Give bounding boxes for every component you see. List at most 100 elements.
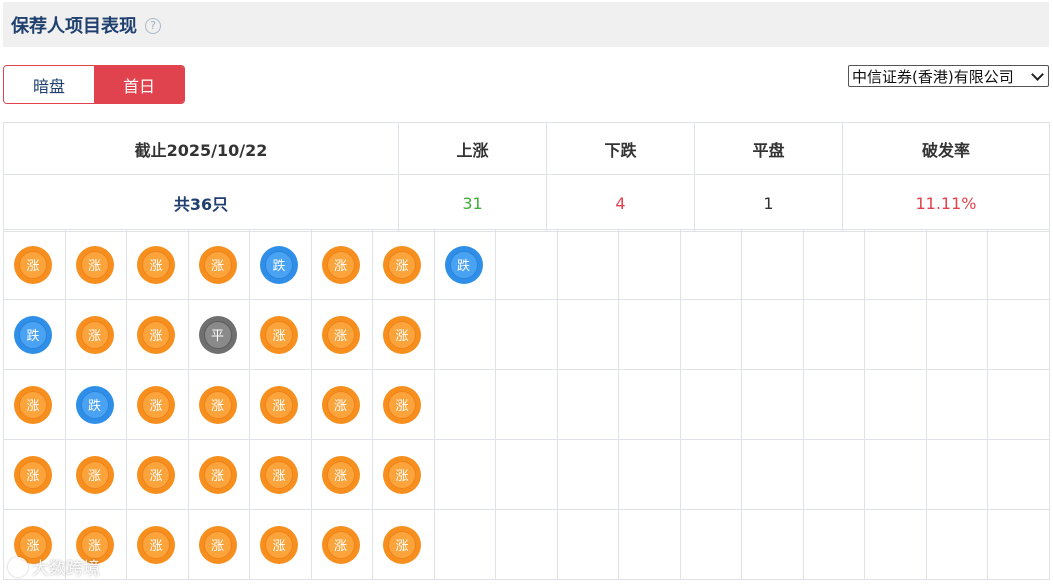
- grid-cell: 涨: [249, 439, 312, 510]
- ipo-down-badge[interactable]: 跌: [444, 245, 483, 284]
- grid-cell: [802, 509, 865, 580]
- ipo-up-badge[interactable]: 涨: [260, 385, 298, 424]
- ipo-badge-label: 涨: [326, 460, 355, 489]
- grid-cell: [556, 439, 619, 510]
- grid-cell: 涨: [187, 229, 250, 300]
- ipo-badge-label: 跌: [80, 390, 109, 419]
- grid-cell: [925, 229, 988, 300]
- ipo-up-badge[interactable]: 涨: [321, 245, 360, 284]
- ipo-up-badge[interactable]: 涨: [383, 455, 421, 494]
- grid-cell: 涨: [249, 369, 312, 440]
- grid-cell: 涨: [126, 229, 189, 300]
- grid-cell: [987, 369, 1050, 440]
- ipo-badge-label: 涨: [80, 320, 109, 349]
- grid-cell: [864, 299, 927, 370]
- grid-cell: [741, 369, 804, 440]
- grid-cell: [802, 229, 865, 300]
- ipo-up-badge[interactable]: 涨: [75, 315, 114, 354]
- ipo-down-badge[interactable]: 跌: [14, 315, 52, 354]
- market-toggle: 暗盘 首日: [3, 65, 185, 104]
- toggle-grey-market[interactable]: 暗盘: [4, 66, 94, 103]
- ipo-up-badge[interactable]: 涨: [198, 385, 237, 424]
- ipo-up-badge[interactable]: 涨: [321, 525, 360, 564]
- ipo-up-badge[interactable]: 涨: [14, 245, 52, 284]
- ipo-up-badge[interactable]: 涨: [137, 525, 175, 564]
- grid-cell: 涨: [372, 439, 435, 510]
- ipo-up-badge[interactable]: 涨: [260, 455, 298, 494]
- grid-cell: [495, 229, 558, 300]
- grid-cell: 涨: [3, 369, 66, 440]
- grid-cell: [741, 509, 804, 580]
- chevron-down-icon: [1031, 67, 1044, 81]
- ipo-up-badge[interactable]: 涨: [75, 455, 114, 494]
- ipo-badge-label: 涨: [326, 250, 355, 279]
- ipo-badge-label: 涨: [388, 460, 416, 489]
- ipo-up-badge[interactable]: 涨: [198, 245, 237, 284]
- ipo-up-badge[interactable]: 涨: [260, 525, 298, 564]
- ipo-up-badge[interactable]: 涨: [383, 525, 421, 564]
- ipo-up-badge[interactable]: 涨: [383, 385, 421, 424]
- grid-cell: [679, 439, 742, 510]
- flat-count: 1: [694, 174, 843, 232]
- ipo-up-badge[interactable]: 涨: [137, 245, 175, 284]
- ipo-up-badge[interactable]: 涨: [75, 245, 114, 284]
- grid-cell: [618, 439, 681, 510]
- grid-cell: 涨: [187, 369, 250, 440]
- grid-cell: [802, 299, 865, 370]
- ipo-down-badge[interactable]: 跌: [75, 385, 114, 424]
- ipo-badge-label: 平: [203, 320, 232, 349]
- grid-cell: 涨: [187, 439, 250, 510]
- ipo-badge-label: 涨: [142, 460, 170, 489]
- ipo-up-badge[interactable]: 涨: [383, 315, 421, 354]
- grid-cell: [987, 439, 1050, 510]
- ipo-up-badge[interactable]: 涨: [321, 315, 360, 354]
- broker-select[interactable]: 中信证券(香港)有限公司: [848, 65, 1049, 87]
- header-break-rate: 破发率: [842, 122, 1050, 175]
- grid-cell: [556, 509, 619, 580]
- grid-cell: 涨: [310, 229, 373, 300]
- ipo-up-badge[interactable]: 涨: [14, 455, 52, 494]
- grid-cell: [495, 369, 558, 440]
- ipo-up-badge[interactable]: 涨: [321, 455, 360, 494]
- ipo-badge-label: 涨: [203, 530, 232, 559]
- up-count: 31: [398, 174, 547, 232]
- ipo-badge-label: 涨: [265, 390, 293, 419]
- help-icon[interactable]: ?: [145, 17, 161, 34]
- grid-cell: 涨: [64, 439, 127, 510]
- grid-cell: [925, 369, 988, 440]
- ipo-badge-label: 涨: [388, 530, 416, 559]
- grid-cell: [864, 369, 927, 440]
- ipo-up-badge[interactable]: 涨: [137, 385, 175, 424]
- grid-cell: [802, 439, 865, 510]
- grid-cell: 涨: [64, 229, 127, 300]
- ipo-up-badge[interactable]: 涨: [137, 455, 175, 494]
- grid-cell: [433, 439, 496, 510]
- ipo-badge-label: 涨: [203, 460, 232, 489]
- grid-cell: [618, 369, 681, 440]
- grid-cell: [741, 229, 804, 300]
- grid-cell: [679, 229, 742, 300]
- ipo-badge-label: 涨: [265, 320, 293, 349]
- ipo-up-badge[interactable]: 涨: [260, 315, 298, 354]
- ipo-up-badge[interactable]: 涨: [383, 245, 421, 284]
- grid-cell: [433, 299, 496, 370]
- ipo-down-badge[interactable]: 跌: [260, 245, 298, 284]
- grid-cell: [556, 299, 619, 370]
- grid-cell: 涨: [249, 299, 312, 370]
- ipo-up-badge[interactable]: 涨: [321, 385, 360, 424]
- grid-cell: 跌: [3, 299, 66, 370]
- grid-cell: [495, 299, 558, 370]
- page-title: 保荐人项目表现: [11, 15, 137, 37]
- ipo-up-badge[interactable]: 涨: [198, 525, 237, 564]
- ipo-result-grid: 涨涨涨涨跌涨涨跌跌涨涨平涨涨涨涨跌涨涨涨涨涨涨涨涨涨涨涨涨涨涨涨涨涨涨涨: [3, 229, 1050, 580]
- toggle-first-day[interactable]: 首日: [94, 66, 184, 103]
- grid-cell: [802, 369, 865, 440]
- grid-cell: [495, 509, 558, 580]
- ipo-up-badge[interactable]: 涨: [137, 315, 175, 354]
- grid-cell: 涨: [3, 229, 66, 300]
- ipo-flat-badge[interactable]: 平: [198, 315, 237, 354]
- header-down: 下跌: [546, 122, 695, 175]
- ipo-up-badge[interactable]: 涨: [14, 385, 52, 424]
- ipo-up-badge[interactable]: 涨: [198, 455, 237, 494]
- grid-cell: [679, 369, 742, 440]
